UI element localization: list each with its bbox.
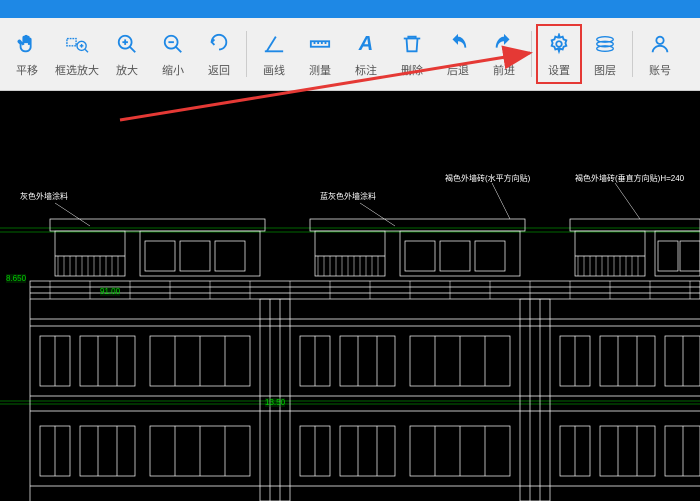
undo-icon — [447, 30, 469, 58]
layers-button[interactable]: 图层 — [582, 24, 628, 84]
gear-icon — [548, 30, 570, 58]
title-bar — [0, 0, 700, 18]
zoom-window-label: 框选放大 — [55, 62, 99, 78]
annotate-button[interactable]: A 标注 — [343, 24, 389, 84]
measure-button[interactable]: 测量 — [297, 24, 343, 84]
delete-label: 删除 — [401, 62, 423, 78]
line-icon — [263, 30, 285, 58]
dimension-label: 8.650 — [6, 274, 26, 283]
zoom-out-icon — [162, 30, 184, 58]
redo-icon — [493, 30, 515, 58]
annotate-label: 标注 — [355, 62, 377, 78]
cad-drawing — [0, 91, 700, 501]
pan-icon — [16, 30, 38, 58]
line-button[interactable]: 画线 — [251, 24, 297, 84]
account-icon — [649, 30, 671, 58]
zoom-in-label: 放大 — [116, 62, 138, 78]
layers-label: 图层 — [594, 62, 616, 78]
annotation-label: 褐色外墙砖(垂直方向贴)H=240 — [575, 173, 684, 184]
zoom-in-icon — [116, 30, 138, 58]
redo-button[interactable]: 前进 — [481, 24, 527, 84]
zoom-in-button[interactable]: 放大 — [104, 24, 150, 84]
line-label: 画线 — [263, 62, 285, 78]
settings-button[interactable]: 设置 — [536, 24, 582, 84]
undo-label: 后退 — [447, 62, 469, 78]
delete-button[interactable]: 删除 — [389, 24, 435, 84]
zoom-out-button[interactable]: 缩小 — [150, 24, 196, 84]
undo-button[interactable]: 后退 — [435, 24, 481, 84]
annotation-label: 灰色外墙涂料 — [20, 191, 68, 202]
toolbar: 平移 框选放大 放大 缩小 返回 画线 测量 — [0, 18, 700, 91]
divider — [531, 31, 532, 77]
zoom-window-icon — [65, 30, 89, 58]
pan-label: 平移 — [16, 62, 38, 78]
zoom-window-button[interactable]: 框选放大 — [50, 24, 104, 84]
annotation-label: 褐色外墙砖(水平方向贴) — [445, 173, 530, 184]
dimension-label: 13.50 — [265, 398, 285, 407]
annotate-icon: A — [359, 30, 373, 58]
cad-canvas[interactable]: 灰色外墙涂料 蓝灰色外墙涂料 褐色外墙砖(水平方向贴) 褐色外墙砖(垂直方向贴)… — [0, 91, 700, 501]
return-label: 返回 — [208, 62, 230, 78]
delete-icon — [401, 30, 423, 58]
account-button[interactable]: 账号 — [637, 24, 683, 84]
divider — [632, 31, 633, 77]
annotation-label: 蓝灰色外墙涂料 — [320, 191, 376, 202]
divider — [246, 31, 247, 77]
measure-label: 测量 — [309, 62, 331, 78]
settings-label: 设置 — [548, 62, 570, 78]
measure-icon — [309, 30, 331, 58]
layers-icon — [594, 30, 616, 58]
return-button[interactable]: 返回 — [196, 24, 242, 84]
dimension-label: 91.00 — [100, 287, 120, 296]
zoom-out-label: 缩小 — [162, 62, 184, 78]
redo-label: 前进 — [493, 62, 515, 78]
pan-button[interactable]: 平移 — [4, 24, 50, 84]
account-label: 账号 — [649, 62, 671, 78]
return-icon — [208, 30, 230, 58]
